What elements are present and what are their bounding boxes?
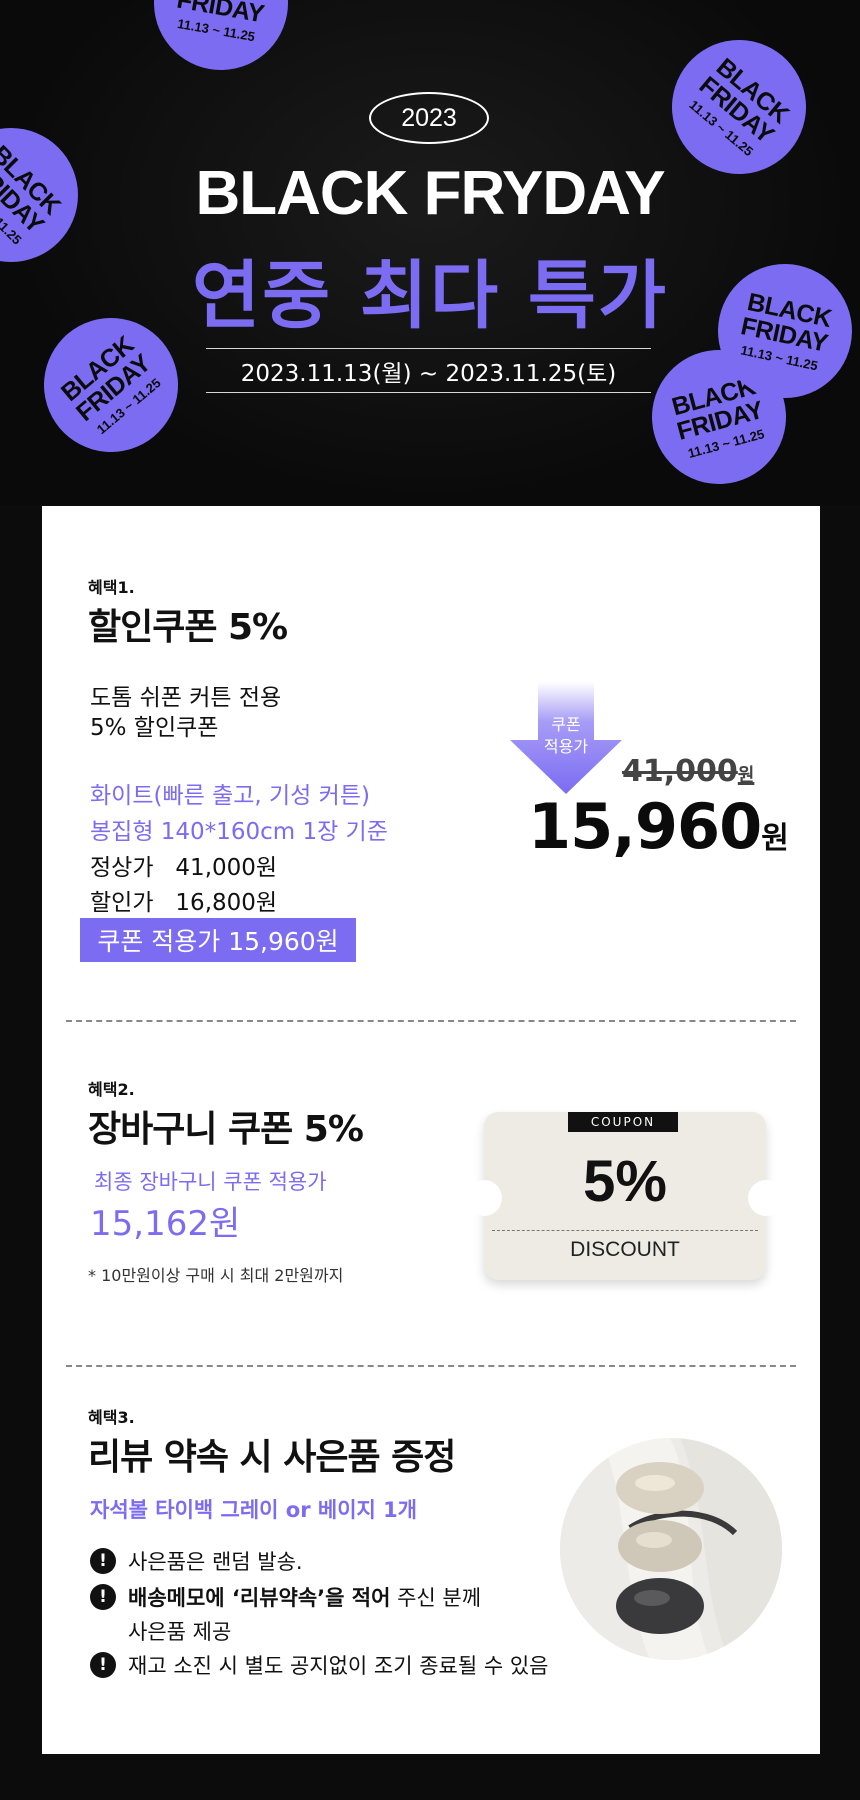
original-price: 41,000원 bbox=[622, 754, 754, 789]
alert-icon: ! bbox=[90, 1652, 116, 1678]
regular-price-value: 41,000원 bbox=[175, 855, 278, 881]
benefit3-gift: 자석볼 타이백 그레이 or 베이지 1개 bbox=[90, 1498, 418, 1522]
benefit3-bullet3: 재고 소진 시 별도 공지없이 조기 종료될 수 있음 bbox=[128, 1654, 549, 1678]
benefit2-final-label: 최종 장바구니 쿠폰 적용가 bbox=[94, 1170, 327, 1194]
benefit1-title: 할인쿠폰 5% bbox=[88, 607, 288, 648]
benefit3-bullet1: 사은품은 랜덤 발송. bbox=[128, 1550, 303, 1574]
benefit1-tag: 혜택1. bbox=[88, 578, 135, 597]
benefit1-desc-line1: 도톰 쉬폰 커튼 전용 bbox=[90, 685, 282, 711]
benefit3-tag: 혜택3. bbox=[88, 1408, 135, 1427]
coupon-ticket: COUPON 5% DISCOUNT bbox=[466, 1112, 784, 1280]
ticket-dashed-line bbox=[492, 1230, 758, 1231]
benefit1-option-line2: 봉집형 140*160cm 1장 기준 bbox=[90, 819, 388, 845]
ticket-subtitle: DISCOUNT bbox=[570, 1238, 680, 1261]
coupon-arrow: 쿠폰 적용가 bbox=[510, 682, 622, 794]
coupon-price-highlight: 쿠폰 적용가 15,960원 bbox=[80, 918, 356, 962]
benefit3-bullet2-rest: 주신 분께 bbox=[390, 1586, 482, 1610]
hero-title: BLACK FRYDAY bbox=[195, 159, 665, 228]
final-price: 15,960원 bbox=[528, 790, 789, 863]
benefit1-option-line1: 화이트(빠른 출고, 기성 커튼) bbox=[90, 783, 370, 809]
arrow-label-line1: 쿠폰 bbox=[551, 715, 581, 734]
original-price-value: 41,000 bbox=[622, 754, 738, 789]
benefit2-final-price: 15,162원 bbox=[90, 1204, 241, 1244]
benefit3-bullet2: 배송메모에 ‘리뷰약속’을 적어 주신 분께 bbox=[128, 1582, 481, 1612]
final-price-unit: 원 bbox=[761, 821, 789, 856]
section-divider bbox=[66, 1020, 796, 1022]
hero-subtitle: 연중 최다 특가 bbox=[191, 253, 668, 339]
hero-banner: BLACK FRIDAY 11.13 ~ 11.25 BLACK FRIDAY … bbox=[0, 0, 860, 505]
ticket-percent: 5% bbox=[583, 1149, 667, 1214]
alert-icon: ! bbox=[90, 1548, 116, 1574]
alert-icon: ! bbox=[90, 1584, 116, 1610]
sale-price-value: 16,800원 bbox=[175, 890, 278, 916]
benefit3-bullet2-line2: 사은품 제공 bbox=[128, 1620, 232, 1644]
original-price-unit: 원 bbox=[737, 765, 755, 786]
tieback-image bbox=[560, 1438, 782, 1660]
section-divider bbox=[66, 1365, 796, 1367]
sale-price-label: 할인가 bbox=[90, 890, 154, 916]
event-period: 2023.11.13(월) ~ 2023.11.25(토) bbox=[206, 348, 651, 393]
benefit2-tag: 혜택2. bbox=[88, 1080, 135, 1099]
year-badge: 2023 bbox=[369, 92, 489, 144]
benefit2-title: 장바구니 쿠폰 5% bbox=[88, 1109, 364, 1150]
benefit1-desc-line2: 5% 할인쿠폰 bbox=[90, 715, 219, 741]
benefits-card: 혜택1. 할인쿠폰 5% 도톰 쉬폰 커튼 전용 5% 할인쿠폰 화이트(빠른 … bbox=[42, 506, 820, 1754]
final-price-value: 15,960 bbox=[528, 790, 762, 863]
ticket-label: COUPON bbox=[568, 1112, 678, 1132]
arrow-label: 쿠폰 적용가 bbox=[510, 714, 622, 758]
sticker-top-left: BLACK FRIDAY 11.13 ~ 11.25 bbox=[143, 0, 299, 81]
benefit3-bullet2-bold: 배송메모에 ‘리뷰약속’을 적어 bbox=[128, 1586, 391, 1610]
benefit2-note: * 10만원이상 구매 시 최대 2만원까지 bbox=[88, 1266, 344, 1285]
gift-tieback-photo bbox=[560, 1438, 782, 1660]
sale-price-row: 할인가 16,800원 bbox=[90, 883, 277, 917]
benefit3-title: 리뷰 약속 시 사은품 증정 bbox=[88, 1437, 456, 1478]
arrow-label-line2: 적용가 bbox=[543, 737, 589, 756]
regular-price-row: 정상가 41,000원 bbox=[90, 848, 277, 882]
regular-price-label: 정상가 bbox=[90, 855, 154, 881]
